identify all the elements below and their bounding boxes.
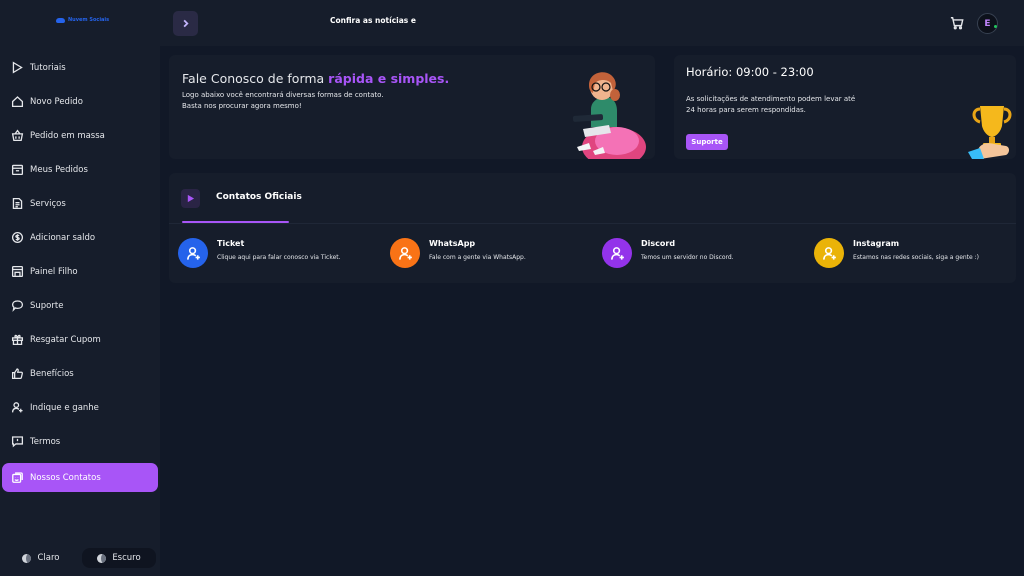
sidebar-item-suporte[interactable]: Suporte: [2, 291, 158, 320]
half-moon-icon: [97, 553, 107, 563]
play-icon: [12, 61, 23, 74]
sidebar-item-beneficios[interactable]: Benefícios: [2, 359, 158, 388]
theme-dark-label: Escuro: [112, 553, 141, 563]
user-plus-icon: [610, 246, 624, 260]
news-marquee: Confira as notícias e atu: [330, 16, 418, 25]
topbar: Confira as notícias e atu E: [160, 0, 1024, 46]
brand-logo[interactable]: Nuvem Sociais: [56, 17, 109, 23]
half-moon-icon: [22, 553, 32, 563]
contacts-icon: [12, 472, 23, 483]
document-icon: [12, 197, 23, 210]
contact-description: Temos um servidor no Discord.: [641, 254, 734, 261]
contact-us-title-prefix: Fale Conosco de forma: [182, 71, 329, 86]
contact-description: Estamos nas redes sociais, siga a gente …: [853, 254, 979, 261]
sidebar-item-label: Painel Filho: [30, 266, 78, 277]
whatsapp-icon-circle: [390, 238, 420, 268]
theme-dark-button[interactable]: Escuro: [82, 548, 156, 568]
user-plus-icon: [186, 246, 200, 260]
chat-icon: [11, 300, 24, 312]
ticket-icon-circle: [178, 238, 208, 268]
trophy-illustration: [968, 106, 1012, 159]
contact-description: Clique aqui para falar conosco via Ticke…: [217, 254, 341, 261]
avatar[interactable]: E: [977, 13, 998, 34]
online-status-dot: [994, 25, 997, 28]
contact-ticket[interactable]: Ticket Clique aqui para falar conosco vi…: [178, 238, 341, 268]
sidebar-item-novo-pedido[interactable]: Novo Pedido: [2, 87, 158, 116]
play-icon: [187, 194, 195, 203]
instagram-icon-circle: [814, 238, 844, 268]
contact-us-title: Fale Conosco de forma rápida e simples.: [182, 71, 449, 86]
cart-icon: [950, 17, 964, 30]
sidebar-item-label: Pedido em massa: [30, 130, 105, 141]
sidebar-item-label: Benefícios: [30, 368, 74, 379]
sidebar-item-label: Indique e ganhe: [30, 402, 99, 413]
sidebar-item-label: Termos: [30, 436, 61, 447]
panel-icon: [11, 265, 24, 278]
sidebar-item-label: Serviços: [30, 198, 66, 209]
hours-title: Horário: 09:00 - 23:00: [686, 65, 814, 79]
active-tab-indicator: [182, 221, 289, 223]
gift-icon: [11, 334, 24, 346]
sidebar-item-painel-filho[interactable]: Painel Filho: [2, 257, 158, 286]
sidebar-item-label: Novo Pedido: [30, 96, 83, 107]
contact-name: Instagram: [853, 239, 900, 248]
tab-play-icon: [181, 189, 200, 208]
contact-discord[interactable]: Discord Temos um servidor no Discord.: [602, 238, 734, 268]
sidebar-item-meus-pedidos[interactable]: Meus Pedidos: [2, 155, 158, 184]
contact-us-title-highlight: rápida e simples.: [328, 71, 450, 86]
support-button[interactable]: Suporte: [686, 134, 728, 150]
basket-icon: [11, 129, 24, 142]
user-plus-icon: [822, 246, 836, 260]
contact-instagram[interactable]: Instagram Estamos nas redes sociais, sig…: [814, 238, 979, 268]
sidebar-item-resgatar-cupom[interactable]: Resgatar Cupom: [2, 325, 158, 354]
contact-name: Ticket: [217, 239, 245, 248]
contact-whatsapp[interactable]: WhatsApp Fale com a gente via WhatsApp.: [390, 238, 526, 268]
hours-line-1: As solicitações de atendimento podem lev…: [686, 95, 856, 103]
sidebar-item-servicos[interactable]: Serviços: [2, 189, 158, 218]
sidebar-item-indique-e-ganhe[interactable]: Indique e ganhe: [2, 393, 158, 422]
sidebar-item-pedido-em-massa[interactable]: Pedido em massa: [2, 121, 158, 150]
user-plus-icon: [398, 246, 412, 260]
sidebar-item-label: Meus Pedidos: [30, 164, 88, 175]
girl-with-tablet-illustration: [572, 72, 646, 159]
cloud-icon: [56, 17, 65, 23]
hours-line-2: 24 horas para serem respondidas.: [686, 106, 806, 114]
cart-button[interactable]: [950, 15, 966, 31]
sidebar-item-label: Adicionar saldo: [30, 232, 96, 243]
official-contacts-card: Contatos Oficiais Ticket Clique aqui par…: [169, 173, 1016, 283]
hours-card: Horário: 09:00 - 23:00 As solicitações d…: [674, 55, 1016, 159]
sidebar-item-termos[interactable]: Termos: [2, 427, 158, 456]
brand-name: Nuvem Sociais: [68, 17, 110, 23]
thumbs-up-icon: [11, 368, 23, 380]
chevron-right-icon: [183, 19, 189, 28]
discord-icon-circle: [602, 238, 632, 268]
sidebar-item-label: Suporte: [30, 300, 64, 311]
contact-us-line-1: Logo abaixo você encontrará diversas for…: [182, 91, 384, 99]
sidebar-item-tutoriais[interactable]: Tutoriais: [2, 53, 158, 82]
contact-us-card: Fale Conosco de forma rápida e simples. …: [169, 55, 655, 159]
sidebar-item-nossos-contatos[interactable]: Nossos Contatos: [2, 463, 158, 492]
contact-us-line-2: Basta nos procurar agora mesmo!: [182, 102, 302, 110]
sidebar: Nuvem Sociais Tutoriais Novo Pedido Pedi…: [0, 0, 160, 576]
avatar-initial: E: [984, 18, 991, 29]
sidebar-item-label: Resgatar Cupom: [30, 334, 101, 345]
terms-icon: [11, 436, 24, 448]
coin-icon: [11, 231, 24, 244]
tab-official-contacts[interactable]: Contatos Oficiais: [216, 192, 302, 202]
theme-switcher: Claro Escuro: [4, 548, 156, 568]
contact-name: WhatsApp: [429, 239, 476, 248]
home-icon: [11, 96, 24, 108]
user-plus-icon: [11, 402, 23, 413]
sidebar-item-label: Tutoriais: [30, 62, 66, 73]
sidebar-item-label: Nossos Contatos: [30, 472, 101, 483]
theme-light-button[interactable]: Claro: [4, 548, 78, 568]
sidebar-toggle-button[interactable]: [173, 11, 198, 36]
sidebar-item-adicionar-saldo[interactable]: Adicionar saldo: [2, 223, 158, 252]
contact-name: Discord: [641, 239, 676, 248]
contact-description: Fale com a gente via WhatsApp.: [429, 254, 526, 261]
theme-light-label: Claro: [37, 553, 60, 563]
tab-divider: [169, 223, 1016, 224]
orders-icon: [11, 164, 24, 176]
